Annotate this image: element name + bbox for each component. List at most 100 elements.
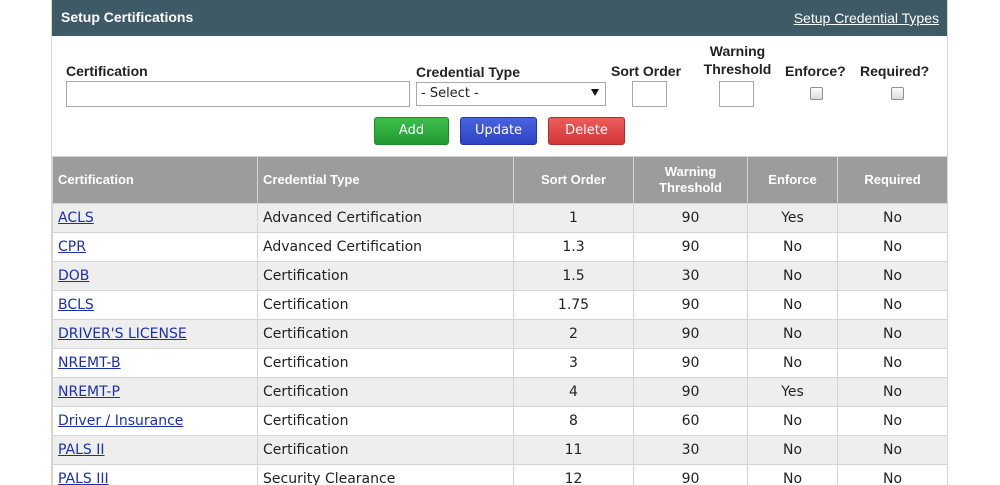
- enforce-cell: No: [747, 319, 838, 349]
- table-row: PALS III Security Clearance 12 90 No No: [52, 464, 947, 485]
- table-row: CPR Advanced Certification 1.3 90 No No: [52, 232, 947, 262]
- sort-order-cell: 1.3: [513, 232, 634, 262]
- certification-link[interactable]: Driver / Insurance: [58, 413, 183, 429]
- certification-link[interactable]: NREMT-P: [58, 384, 120, 400]
- credential-type-cell: Advanced Certification: [257, 203, 514, 233]
- enforce-cell: No: [747, 232, 838, 262]
- required-cell: No: [837, 319, 947, 349]
- credential-type-cell: Certification: [257, 406, 514, 436]
- sort-order-cell: 4: [513, 377, 634, 407]
- warning-threshold-cell: 90: [633, 319, 748, 349]
- required-cell: No: [837, 203, 947, 233]
- required-cell: No: [837, 261, 947, 291]
- credential-type-cell: Certification: [257, 348, 514, 378]
- credential-type-cell: Certification: [257, 290, 514, 320]
- required-cell: No: [837, 435, 947, 465]
- warning-threshold-label-line1: Warning: [709, 43, 766, 59]
- sort-order-label: Sort Order: [611, 63, 682, 79]
- setup-certifications-panel: Setup Certifications Setup Credential Ty…: [51, 0, 948, 485]
- page-title: Setup Certifications: [61, 9, 194, 25]
- required-checkbox[interactable]: [891, 87, 904, 100]
- warning-threshold-cell: 90: [633, 290, 748, 320]
- column-header-warning-threshold[interactable]: Warning Threshold: [633, 156, 748, 204]
- sort-order-input[interactable]: [632, 81, 667, 107]
- credential-type-select[interactable]: - Select -: [416, 82, 606, 106]
- column-header-sort-order[interactable]: Sort Order: [513, 156, 634, 204]
- sort-order-cell: 12: [513, 464, 634, 485]
- warning-threshold-input[interactable]: [719, 81, 754, 107]
- table-header-row: Certification Credential Type Sort Order…: [52, 156, 947, 204]
- warning-threshold-cell: 90: [633, 464, 748, 485]
- warning-threshold-label-line2: Threshold: [703, 61, 772, 77]
- sort-order-cell: 11: [513, 435, 634, 465]
- table-row: NREMT-P Certification 4 90 Yes No: [52, 377, 947, 407]
- required-cell: No: [837, 377, 947, 407]
- certification-label: Certification: [66, 63, 148, 79]
- enforce-cell: No: [747, 261, 838, 291]
- table-row: ACLS Advanced Certification 1 90 Yes No: [52, 203, 947, 233]
- sort-order-cell: 2: [513, 319, 634, 349]
- certification-link[interactable]: DRIVER'S LICENSE: [58, 326, 187, 342]
- enforce-cell: No: [747, 290, 838, 320]
- credential-type-cell: Certification: [257, 435, 514, 465]
- certifications-table: Certification Credential Type Sort Order…: [52, 156, 947, 485]
- warning-threshold-label: Warning Threshold: [695, 42, 780, 78]
- credential-type-cell: Certification: [257, 319, 514, 349]
- sort-order-cell: 1: [513, 203, 634, 233]
- required-cell: No: [837, 290, 947, 320]
- add-button[interactable]: Add: [374, 117, 449, 145]
- certification-link[interactable]: PALS II: [58, 442, 105, 458]
- required-label: Required?: [860, 63, 930, 79]
- credential-type-cell: Certification: [257, 261, 514, 291]
- sort-order-cell: 8: [513, 406, 634, 436]
- chevron-down-icon: [591, 89, 599, 96]
- sort-order-cell: 1.5: [513, 261, 634, 291]
- enforce-cell: No: [747, 435, 838, 465]
- enforce-checkbox[interactable]: [810, 87, 823, 100]
- warning-threshold-cell: 90: [633, 377, 748, 407]
- table-row: DOB Certification 1.5 30 No No: [52, 261, 947, 291]
- certification-link[interactable]: CPR: [58, 239, 86, 255]
- certification-link[interactable]: NREMT-B: [58, 355, 121, 371]
- certification-link[interactable]: BCLS: [58, 297, 94, 313]
- certification-link[interactable]: PALS III: [58, 471, 109, 485]
- setup-credential-types-link[interactable]: Setup Credential Types: [794, 10, 939, 26]
- table-row: NREMT-B Certification 3 90 No No: [52, 348, 947, 378]
- update-button[interactable]: Update: [460, 117, 537, 145]
- enforce-cell: No: [747, 348, 838, 378]
- warning-threshold-cell: 90: [633, 348, 748, 378]
- enforce-cell: No: [747, 406, 838, 436]
- required-cell: No: [837, 406, 947, 436]
- credential-type-cell: Advanced Certification: [257, 232, 514, 262]
- panel-header: Setup Certifications Setup Credential Ty…: [52, 0, 947, 36]
- required-cell: No: [837, 348, 947, 378]
- sort-order-cell: 1.75: [513, 290, 634, 320]
- warning-threshold-cell: 90: [633, 232, 748, 262]
- enforce-cell: Yes: [747, 377, 838, 407]
- column-header-certification[interactable]: Certification: [52, 156, 258, 204]
- column-header-warning-threshold-line1: Warning: [664, 164, 717, 179]
- credential-type-cell: Certification: [257, 377, 514, 407]
- required-cell: No: [837, 232, 947, 262]
- warning-threshold-cell: 60: [633, 406, 748, 436]
- delete-button[interactable]: Delete: [548, 117, 625, 145]
- column-header-required[interactable]: Required: [837, 156, 947, 204]
- table-row: DRIVER'S LICENSE Certification 2 90 No N…: [52, 319, 947, 349]
- warning-threshold-cell: 90: [633, 203, 748, 233]
- warning-threshold-cell: 30: [633, 261, 748, 291]
- column-header-enforce[interactable]: Enforce: [747, 156, 838, 204]
- column-header-warning-threshold-line2: Threshold: [659, 180, 722, 195]
- enforce-cell: No: [747, 464, 838, 485]
- warning-threshold-cell: 30: [633, 435, 748, 465]
- enforce-label: Enforce?: [785, 63, 846, 79]
- column-header-credential-type[interactable]: Credential Type: [257, 156, 514, 204]
- credential-type-selected-value: - Select -: [421, 86, 479, 101]
- certification-link[interactable]: DOB: [58, 268, 89, 284]
- credential-type-label: Credential Type: [416, 64, 520, 80]
- required-cell: No: [837, 464, 947, 485]
- table-row: Driver / Insurance Certification 8 60 No…: [52, 406, 947, 436]
- certification-link[interactable]: ACLS: [58, 210, 94, 226]
- enforce-cell: Yes: [747, 203, 838, 233]
- certification-input[interactable]: [66, 81, 410, 107]
- credential-type-cell: Security Clearance: [257, 464, 514, 485]
